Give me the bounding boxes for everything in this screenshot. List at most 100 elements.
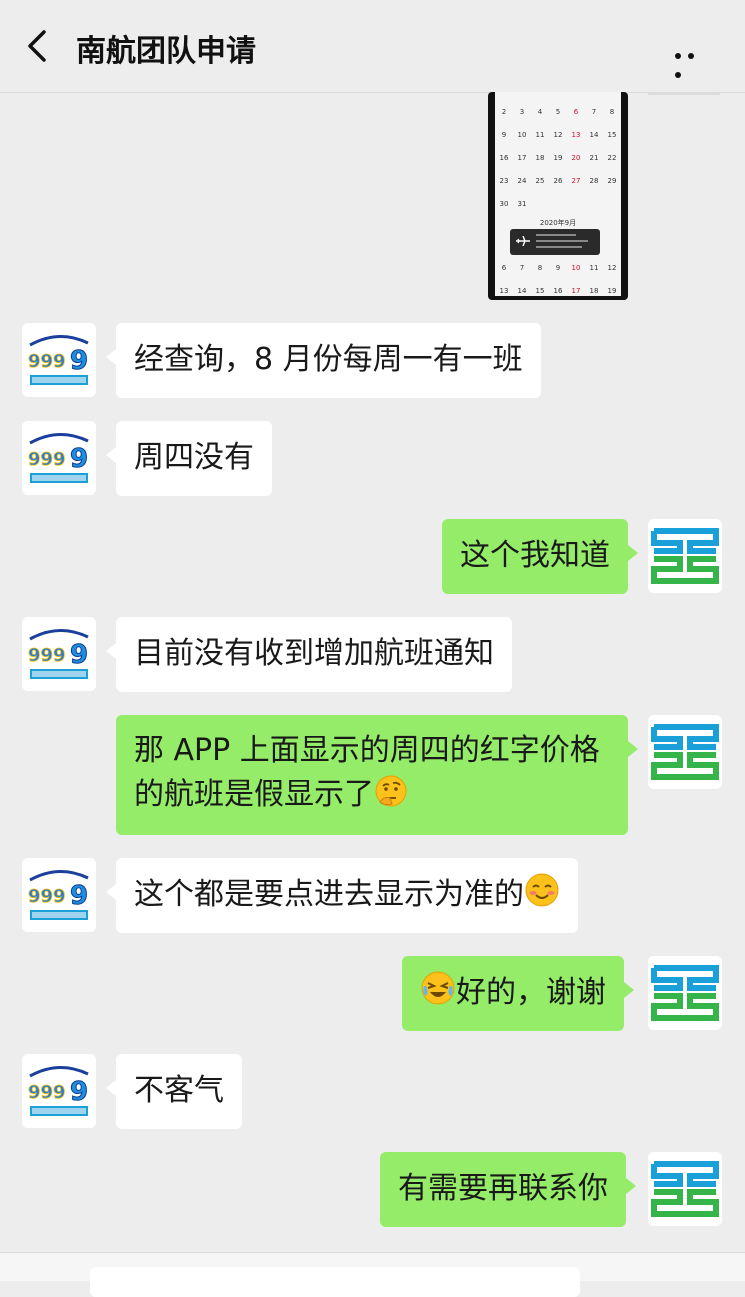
- message-bubble-self[interactable]: 有需要再联系你: [380, 1152, 636, 1227]
- calendar-day: 25: [535, 176, 545, 185]
- calendar-day: 17: [571, 286, 581, 295]
- self-avatar[interactable]: [648, 519, 722, 593]
- calendar-day: 30: [499, 199, 509, 208]
- calendar-day: 31: [517, 199, 527, 208]
- svg-text:9: 9: [70, 346, 88, 376]
- calendar-week-row: 2 3 4 5 6 7 8: [495, 100, 621, 123]
- calendar-day: 24: [517, 176, 527, 185]
- svg-text:9: 9: [70, 444, 88, 474]
- airplane-icon: [516, 236, 530, 246]
- calendar-day: 18: [535, 153, 545, 162]
- calendar-day: 23: [499, 176, 509, 185]
- message-line-text: 的航班是假显示了: [134, 777, 374, 812]
- calendar-day: 14: [517, 286, 527, 295]
- calendar-day: 17: [517, 153, 527, 162]
- svg-text:999: 999: [28, 1082, 66, 1103]
- calendar-day: 10: [517, 130, 527, 139]
- contact-avatar[interactable]: 999 9: [22, 1054, 96, 1128]
- calendar-week-row: 23 24 25 26 27 28 29: [495, 169, 621, 192]
- message-line: 的航班是假显示了: [134, 773, 610, 817]
- contact-avatar[interactable]: 999 9: [22, 323, 96, 397]
- contact-avatar[interactable]: 999 9: [22, 858, 96, 932]
- input-bar: [0, 1252, 745, 1297]
- calendar-day: 8: [537, 263, 543, 272]
- calendar-content: 2 3 4 5 6 7 8 9 10 11 12 13 14 15 16 17 18 19 20 2 1 2 2 2 3 24 25…: [495, 92, 621, 296]
- message-bubble[interactable]: 经查询，8 月份每周一有一班: [106, 323, 541, 398]
- message-bubble[interactable]: 这个都是要点进去显示为准的: [106, 858, 578, 933]
- calendar-week-row: 6 7 8 9 10 11 12: [495, 256, 621, 279]
- message-text: 好的，谢谢: [456, 975, 606, 1010]
- tooltip-text-line: [536, 240, 588, 242]
- calendar-day: 15: [607, 130, 617, 139]
- contact-avatar[interactable]: 999 9: [22, 617, 96, 691]
- message-bubble[interactable]: 不客气: [106, 1054, 242, 1129]
- company-logo-icon: [648, 715, 722, 789]
- calendar-day: 13: [571, 130, 581, 139]
- calendar-month-label: 2020年9月: [539, 219, 577, 227]
- calendar-day: 20: [571, 153, 581, 162]
- calendar-day: 27: [571, 176, 581, 185]
- tooltip-text-line: [536, 234, 576, 236]
- calendar-week-row: 13 14 15 16 17 18 19: [495, 279, 621, 300]
- message-bubble[interactable]: 目前没有收到增加航班通知: [106, 617, 512, 692]
- smiling-face-emoji-icon: [525, 873, 559, 907]
- contact-avatar[interactable]: 999 9: [22, 421, 96, 495]
- tooltip-text-line: [536, 246, 582, 248]
- company-logo-icon: [648, 519, 722, 593]
- message-bubble[interactable]: 周四没有: [106, 421, 272, 496]
- calendar-day: 29: [607, 176, 617, 185]
- calendar-day: 7: [591, 107, 597, 116]
- svg-text:999: 999: [28, 351, 66, 372]
- calendar-day: 19: [553, 153, 563, 162]
- calendar-day: 2: [501, 107, 507, 116]
- calendar-tooltip: [510, 229, 600, 255]
- calendar-day: 11: [535, 130, 545, 139]
- calendar-day: 28: [589, 176, 599, 185]
- calendar-day: 9: [501, 130, 507, 139]
- calendar-day: 15: [535, 286, 545, 295]
- calendar-day: 22: [607, 153, 617, 162]
- calendar-grid: 2 3 4 5 6 7 8 9 10 11 12 13 14 15 16 17 18 19 20 21 22 23 24 25…: [495, 100, 621, 215]
- back-arrow-icon[interactable]: [22, 28, 58, 64]
- calendar-day: 14: [589, 130, 599, 139]
- calendar-day: 13: [499, 286, 509, 295]
- calendar-day: 9: [555, 263, 561, 272]
- calendar-day: 4: [537, 107, 543, 116]
- calendar-day: 12: [553, 130, 563, 139]
- self-avatar[interactable]: [648, 956, 722, 1030]
- calendar-day: 8: [609, 107, 615, 116]
- calendar-day: 26: [553, 176, 563, 185]
- message-bubble-self[interactable]: 好的，谢谢: [402, 956, 634, 1031]
- company-logo-icon: [648, 1152, 722, 1226]
- svg-text:9: 9: [70, 1077, 88, 1107]
- laughing-crying-emoji-icon: [421, 971, 455, 1005]
- calendar-day: 6: [501, 263, 507, 272]
- svg-text:999: 999: [28, 886, 66, 907]
- message-input[interactable]: [90, 1267, 580, 1297]
- calendar-day: 5: [555, 107, 561, 116]
- calendar-day: 3: [519, 107, 525, 116]
- calendar-day: 16: [553, 286, 563, 295]
- calendar-week-row: 16 17 18 19 20 21 22: [495, 146, 621, 169]
- message-text: 这个都是要点进去显示为准的: [134, 877, 524, 912]
- calendar-day: 18: [589, 286, 599, 295]
- message-bubble-self[interactable]: 这个我知道: [442, 519, 638, 594]
- chat-title: 南航团队申请: [76, 34, 256, 69]
- self-avatar[interactable]: [648, 715, 722, 789]
- calendar-day: 12: [607, 263, 617, 272]
- message-list[interactable]: 2 3 4 5 6 7 8 9 10 11 12 13 14 15 16 17 18 19 20 2 1 2 2 2 3 24 25…: [0, 92, 745, 1252]
- calendar-screenshot-image[interactable]: 2 3 4 5 6 7 8 9 10 11 12 13 14 15 16 17 18 19 20 2 1 2 2 2 3 24 25…: [488, 92, 628, 300]
- airline-logo-icon: 999 9: [22, 1054, 96, 1128]
- calendar-week-row: 9 10 11 12 13 14 15: [495, 123, 621, 146]
- airline-logo-icon: 999 9: [22, 858, 96, 932]
- thinking-face-emoji-icon: [375, 775, 407, 807]
- self-avatar[interactable]: [648, 1152, 722, 1226]
- company-logo-icon: [648, 956, 722, 1030]
- calendar-day: 19: [607, 286, 617, 295]
- svg-text:9: 9: [70, 881, 88, 911]
- calendar-day: 6: [573, 107, 579, 116]
- calendar-day: 10: [571, 263, 581, 272]
- more-options-icon[interactable]: [675, 44, 711, 78]
- message-bubble-self[interactable]: 那 APP 上面显示的周四的红字价格 的航班是假显示了: [116, 715, 638, 835]
- calendar-day: 7: [519, 263, 525, 272]
